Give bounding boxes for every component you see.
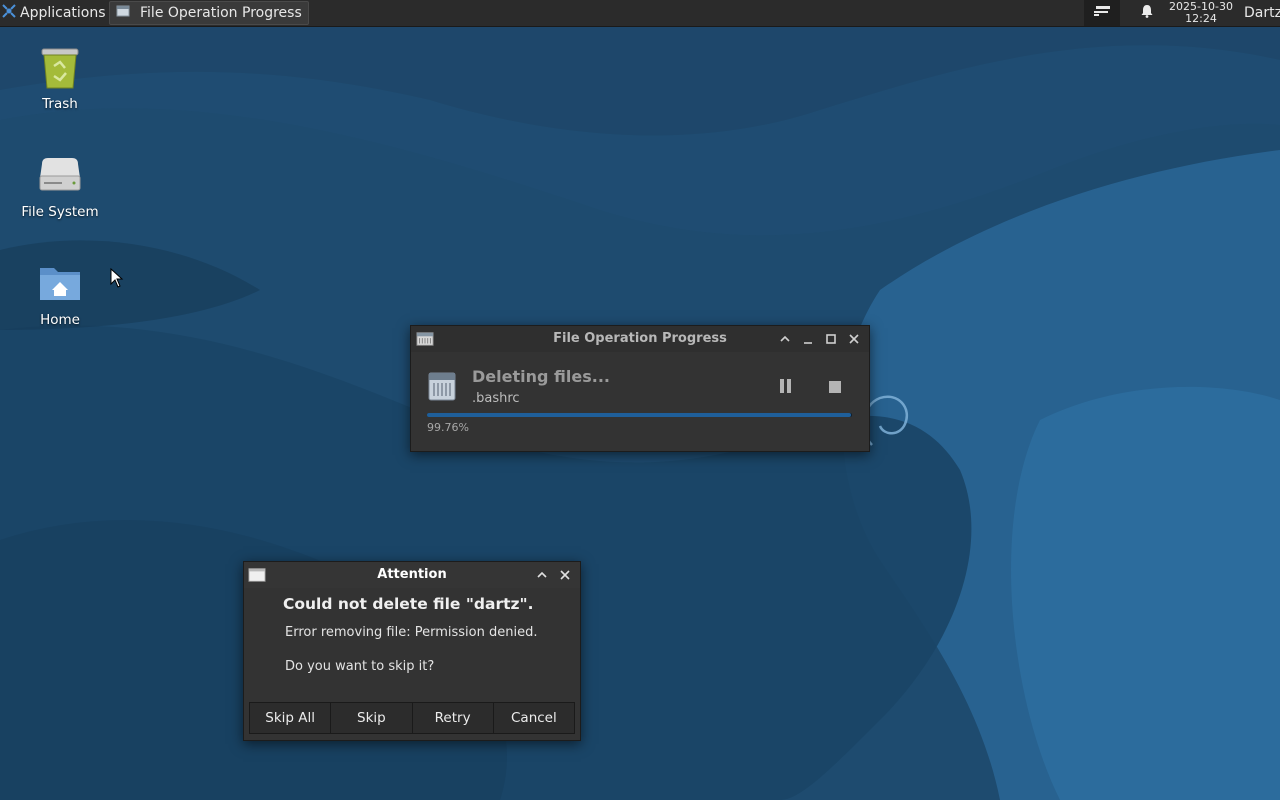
dialog-title: Attention <box>377 567 447 582</box>
bell-icon <box>1140 4 1154 22</box>
shade-button[interactable] <box>776 330 794 348</box>
dialog-titlebar[interactable]: Attention <box>244 562 580 588</box>
tray-button[interactable] <box>1084 0 1120 26</box>
error-question: Do you want to skip it? <box>285 659 435 674</box>
trash-icon <box>36 44 84 92</box>
taskbar-item-label: File Operation Progress <box>140 5 302 21</box>
progress-percent: 99.76% <box>427 421 469 434</box>
top-panel: Applications ⠇ File Operation Progress <box>0 0 1280 27</box>
maximize-button[interactable] <box>822 330 840 348</box>
operation-heading: Deleting files... <box>472 367 610 386</box>
applications-label: Applications <box>20 5 106 21</box>
xfce-menu-icon <box>2 4 20 22</box>
error-message: Error removing file: Permission denied. <box>285 625 538 640</box>
applications-menu-button[interactable]: Applications ⠇ <box>0 0 126 26</box>
home-folder-icon <box>36 260 84 308</box>
drive-icon <box>36 152 84 200</box>
desktop-item-trash[interactable]: Trash <box>5 44 115 112</box>
window-titlebar[interactable]: File Operation Progress <box>411 326 869 352</box>
stop-icon[interactable] <box>828 379 842 393</box>
user-menu[interactable]: Dartz <box>1244 0 1280 26</box>
close-button[interactable] <box>845 330 863 348</box>
progress-bar-fill <box>427 413 851 417</box>
shade-button[interactable] <box>533 566 551 584</box>
attention-dialog: Attention Could not delete file "dartz".… <box>243 561 581 741</box>
desktop-item-label: Trash <box>42 96 78 112</box>
current-file: .bashrc <box>472 391 520 406</box>
clock[interactable]: 2025-10-30 12:24 <box>1162 1 1240 25</box>
mouse-cursor-icon <box>110 268 124 288</box>
notifications-button[interactable] <box>1136 0 1158 26</box>
clock-time: 12:24 <box>1185 12 1217 25</box>
pause-icon[interactable] <box>778 378 794 394</box>
taskbar-item-file-operation[interactable]: File Operation Progress <box>109 1 309 25</box>
tray-icon <box>1092 4 1112 22</box>
window-icon <box>116 4 130 22</box>
delete-operation-icon <box>427 370 457 406</box>
cancel-button[interactable]: Cancel <box>493 702 575 734</box>
close-button[interactable] <box>556 566 574 584</box>
progress-bar <box>427 413 852 417</box>
error-heading: Could not delete file "dartz". <box>283 595 534 613</box>
desktop-item-home[interactable]: Home <box>5 260 115 328</box>
skip-all-button[interactable]: Skip All <box>249 702 332 734</box>
file-operation-progress-window: File Operation Progress Deleting files..… <box>410 325 870 452</box>
desktop-item-label: Home <box>40 312 80 328</box>
minimize-button[interactable] <box>799 330 817 348</box>
retry-button[interactable]: Retry <box>412 702 494 734</box>
desktop-item-label: File System <box>21 204 99 220</box>
desktop-item-file-system[interactable]: File System <box>5 152 115 220</box>
skip-button[interactable]: Skip <box>331 702 413 734</box>
dialog-button-row: Skip All Skip Retry Cancel <box>249 702 575 734</box>
